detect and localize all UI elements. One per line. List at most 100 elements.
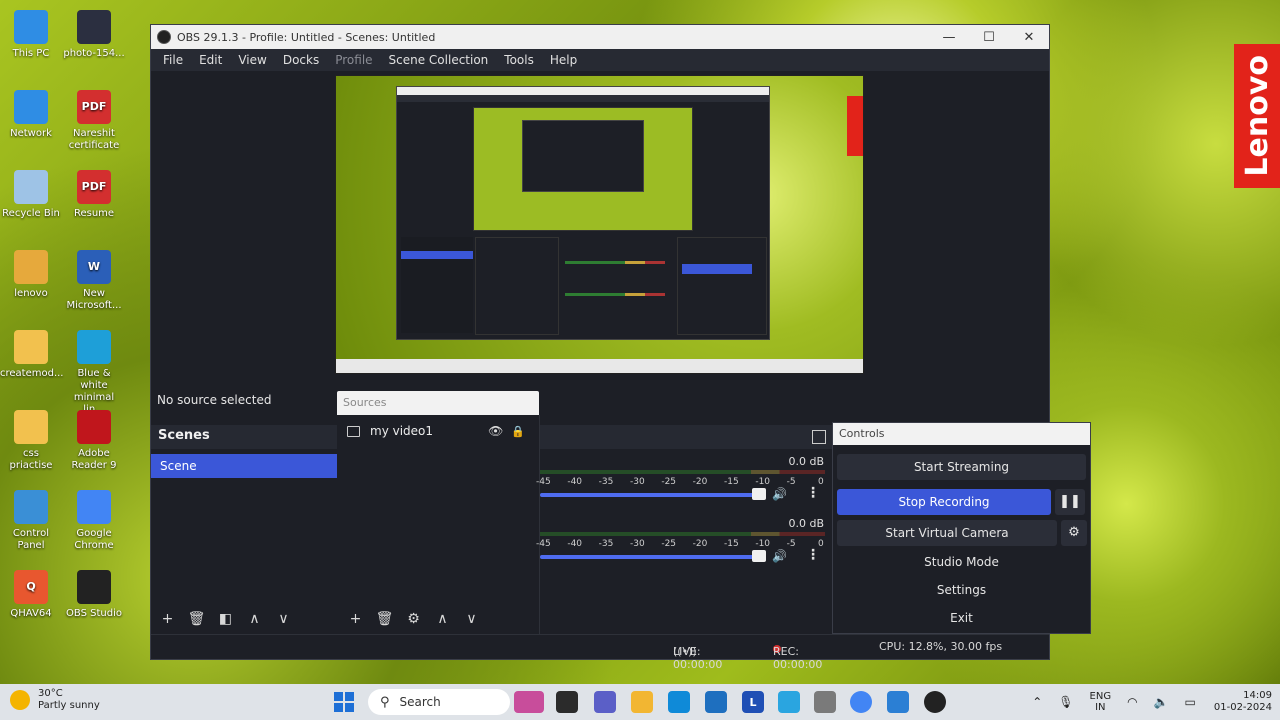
desktop-icon[interactable]: createmod... [0,330,64,380]
menu-help[interactable]: Help [542,53,585,67]
taskbar-search[interactable]: ⚲ Search [368,689,510,715]
teams-icon[interactable] [594,691,616,713]
desktop-icon-label: Resume [73,208,115,219]
desktop-icon[interactable]: Network [0,90,62,140]
menu-bar: File Edit View Docks Profile Scene Colle… [151,49,1049,71]
microphone-icon[interactable]: 🎙 [1058,695,1073,709]
start-virtual-camera-button[interactable]: Start Virtual Camera [837,520,1057,546]
desktop-icon[interactable]: css priactise [0,410,62,472]
settings-button[interactable]: Settings [837,577,1086,603]
meter-tick-label: -25 [661,477,677,487]
speaker-icon[interactable]: 🔊 [772,487,787,501]
move-scene-up-button[interactable]: ∧ [240,611,269,627]
menu-docks[interactable]: Docks [275,53,327,67]
sources-tab[interactable]: Sources [337,391,539,415]
minimize-button[interactable]: — [929,30,969,45]
desktop-icon[interactable]: Control Panel [0,490,62,552]
more-options-icon[interactable]: ⋮ [806,485,820,501]
search-icon: ⚲ [380,694,390,710]
widgets-icon[interactable] [514,691,544,713]
volume-icon[interactable]: 🔈 [1154,695,1169,709]
desktop-app-icon: PDF [77,170,111,204]
add-scene-button[interactable]: + [153,611,182,627]
volume-slider-handle[interactable] [752,488,767,500]
menu-profile[interactable]: Profile [327,53,380,67]
language-indicator[interactable]: ENG IN [1090,691,1112,713]
desktop-icon-label: Network [10,128,52,139]
desktop-icon[interactable]: W New Microsoft... [63,250,125,312]
volume-slider-handle[interactable] [752,550,767,562]
speaker-icon[interactable]: 🔊 [772,549,787,563]
start-button[interactable] [334,692,354,712]
menu-view[interactable]: View [230,53,274,67]
scene-item[interactable]: Scene [151,454,337,478]
visibility-eye-icon[interactable]: 👁 [488,424,503,438]
desktop-icon[interactable]: Q QHAV64 [0,570,62,620]
sources-panel: my video1 👁 🔒 + 🗑 ⚙ ∧ ∨ [337,415,540,635]
clock[interactable]: 14:09 01-02-2024 [1214,690,1272,714]
desktop-icon[interactable]: This PC [0,10,62,60]
desktop-icon[interactable]: Recycle Bin [0,170,62,220]
exit-button[interactable]: Exit [837,605,1086,631]
desktop-icon[interactable]: PDF Resume [63,170,125,220]
chrome-icon[interactable] [850,691,872,713]
volume-slider[interactable] [540,493,761,497]
menu-edit[interactable]: Edit [191,53,230,67]
weather-widget[interactable]: 30°C Partly sunny [10,688,100,712]
scenes-title: Scenes [151,425,337,449]
wifi-icon[interactable]: ◠ [1127,695,1137,709]
volume-slider[interactable] [540,555,761,559]
chevron-up-icon[interactable]: ⌃ [1032,695,1042,709]
desktop-icon[interactable]: photo-154... [63,10,125,60]
desktop-icon[interactable]: lenovo [0,250,62,300]
desktop-app-icon [77,570,111,604]
file-explorer-icon[interactable] [631,691,653,713]
source-name: my video1 [370,424,434,438]
source-properties-button[interactable]: ⚙ [399,611,428,627]
vscode-icon[interactable] [887,691,909,713]
remove-scene-button[interactable]: 🗑 [182,611,211,627]
menu-scene-collection[interactable]: Scene Collection [381,53,497,67]
desktop-app-icon [14,170,48,204]
desktop-icon[interactable]: PDF Nareshit certificate [63,90,125,152]
meter-tick-label: -30 [630,477,645,487]
start-streaming-button[interactable]: Start Streaming [837,454,1086,480]
preview-controls [677,237,767,335]
desktop-icon[interactable]: Adobe Reader 9 [63,410,125,472]
app-icon[interactable] [778,691,800,713]
add-source-button[interactable]: + [341,611,370,627]
move-scene-down-button[interactable]: ∨ [269,611,298,627]
store-icon[interactable] [705,691,727,713]
pause-recording-icon[interactable]: ❚❚ [1055,489,1085,515]
source-item[interactable]: my video1 👁 🔒 [337,419,539,443]
stop-recording-button[interactable]: Stop Recording [837,489,1051,515]
desktop-icon-label: OBS Studio [66,608,122,619]
desktop-icon[interactable]: Google Chrome [63,490,125,552]
task-view-icon[interactable] [556,691,578,713]
scene-filters-button[interactable]: ◧ [211,611,240,627]
battery-icon[interactable]: ▭ [1185,695,1196,709]
obs-taskbar-icon[interactable] [924,691,946,713]
remove-source-button[interactable]: 🗑 [370,611,399,627]
camera-icon[interactable] [814,691,836,713]
desktop-icon[interactable]: OBS Studio [63,570,125,620]
menu-file[interactable]: File [155,53,191,67]
preview-mixer [559,247,675,333]
move-source-up-button[interactable]: ∧ [428,611,457,627]
move-source-down-button[interactable]: ∨ [457,611,486,627]
preview-canvas[interactable] [335,75,864,374]
lenovo-vantage-icon[interactable]: L [742,691,764,713]
edge-icon[interactable] [668,691,690,713]
lock-icon[interactable]: 🔒 [511,425,525,438]
menu-tools[interactable]: Tools [496,53,542,67]
maximize-button[interactable]: ☐ [969,30,1009,45]
dock-icon[interactable] [812,430,826,444]
desktop-icon-label: Adobe Reader 9 [71,448,117,471]
virtual-camera-settings-icon[interactable]: ⚙ [1061,520,1087,546]
channel-db: 0.0 dB [788,455,824,468]
desktop-icon[interactable]: Blue & white minimal lin... [63,330,125,416]
studio-mode-button[interactable]: Studio Mode [837,549,1086,575]
close-button[interactable]: ✕ [1009,30,1049,45]
desktop-icon-label: lenovo [14,288,48,299]
more-options-icon[interactable]: ⋮ [806,547,820,563]
